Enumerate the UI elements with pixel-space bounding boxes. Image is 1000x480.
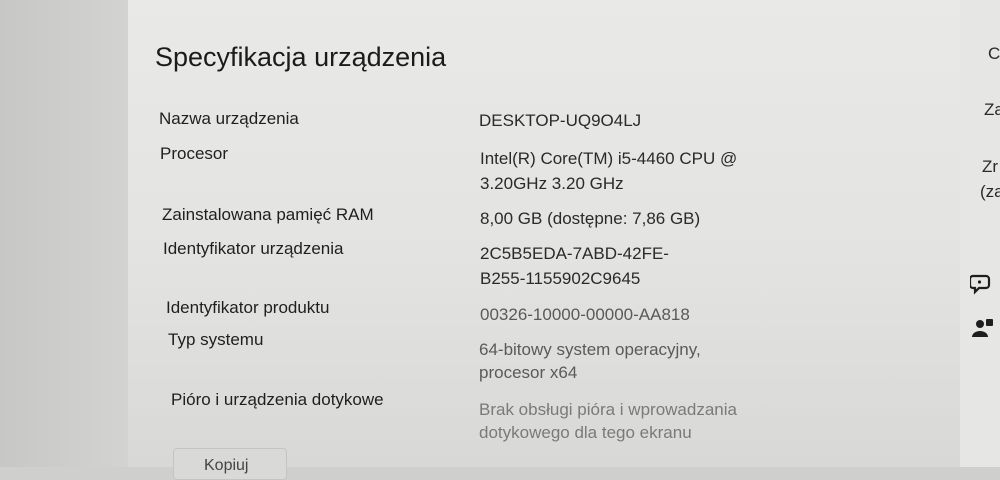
spec-label-pen-touch: Pióro i urządzenia dotykowe — [171, 390, 384, 409]
spec-value-processor-line1[interactable]: Intel(R) Core(TM) i5-4460 CPU @ — [480, 146, 737, 171]
related-link-3-subtext: (za — [980, 182, 1000, 201]
spec-value-device-id-line2[interactable]: B255-1155902C9645 — [480, 266, 640, 291]
spec-value-system-type-line1[interactable]: 64-bitowy system operacyjny, — [479, 337, 701, 362]
related-link-3[interactable]: Zr — [982, 157, 998, 177]
spec-label-device-id: Identyfikator urządzenia — [163, 239, 344, 258]
spec-label-device-name: Nazwa urządzenia — [159, 109, 299, 128]
spec-value-processor-line2[interactable]: 3.20GHz 3.20 GHz — [480, 171, 624, 196]
help-chat-icon[interactable] — [970, 273, 994, 295]
spec-label-product-id: Identyfikator produktu — [166, 298, 330, 317]
related-link-1[interactable]: C — [988, 44, 1000, 64]
spec-value-pen-touch-line1[interactable]: Brak obsługi pióra i wprowadzania — [479, 397, 737, 422]
spec-label-system-type: Typ systemu — [168, 330, 264, 349]
spec-value-ram[interactable]: 8,00 GB (dostępne: 7,86 GB) — [480, 206, 700, 231]
related-link-2[interactable]: Za — [984, 100, 1000, 120]
copy-button[interactable]: Kopiuj — [173, 448, 287, 480]
spec-value-device-name[interactable]: DESKTOP-UQ9O4LJ — [479, 108, 641, 133]
spec-value-device-id-line1[interactable]: 2C5B5EDA-7ABD-42FE- — [480, 241, 669, 266]
copy-button-label: Kopiuj — [204, 457, 249, 474]
left-background — [0, 0, 128, 467]
spec-label-ram: Zainstalowana pamięć RAM — [162, 205, 374, 224]
related-settings-strip — [960, 0, 1000, 467]
section-title: Specyfikacja urządzenia — [155, 42, 447, 72]
feedback-person-icon[interactable] — [970, 318, 994, 340]
spec-value-system-type-line2[interactable]: procesor x64 — [479, 360, 577, 385]
spec-value-pen-touch-line2[interactable]: dotykowego dla tego ekranu — [479, 420, 692, 445]
spec-value-product-id[interactable]: 00326-10000-00000-AA818 — [480, 302, 690, 327]
spec-label-processor: Procesor — [160, 144, 229, 163]
